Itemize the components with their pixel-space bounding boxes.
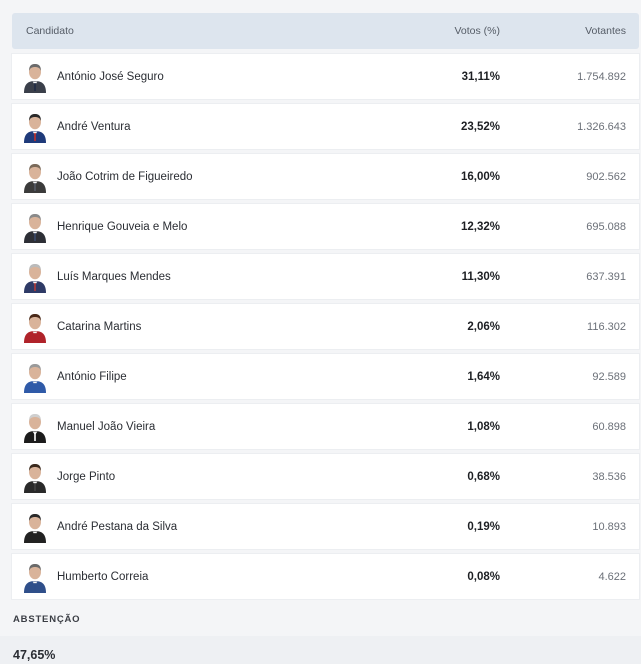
candidate-voters: 10.893 (592, 520, 626, 533)
table-header: Candidato Votos (%) Votantes (12, 13, 639, 49)
candidate-name: João Cotrim de Figueiredo (57, 170, 193, 183)
table-body: António José Seguro 31,11% 1.754.892 André … (12, 54, 639, 599)
candidate-name: Henrique Gouveia e Melo (57, 220, 188, 233)
candidate-photo-avatar-icon (22, 111, 48, 143)
candidate-votes-pct: 31,11% (461, 70, 500, 83)
header-votes-pct[interactable]: Votos (%) (410, 25, 536, 37)
table-row[interactable]: Jorge Pinto 0,68% 38.536 (12, 454, 639, 499)
candidate-votes-pct: 0,19% (467, 520, 500, 533)
table-row[interactable]: Henrique Gouveia e Melo 12,32% 695.088 (12, 204, 639, 249)
abstention-bar (0, 636, 641, 664)
candidate-voters: 60.898 (592, 420, 626, 433)
candidate-photo-avatar-icon (22, 461, 48, 493)
table-row[interactable]: André Pestana da Silva 0,19% 10.893 (12, 504, 639, 549)
candidate-votes-pct: 0,08% (467, 570, 500, 583)
candidate-photo-avatar-icon (22, 261, 48, 293)
candidate-name: Jorge Pinto (57, 470, 116, 483)
candidate-name: Luís Marques Mendes (57, 270, 171, 283)
candidate-votes-pct: 0,68% (467, 470, 500, 483)
candidate-name: André Pestana da Silva (57, 520, 178, 533)
candidate-votes-pct: 1,64% (467, 370, 500, 383)
candidate-votes-pct: 11,30% (461, 270, 500, 283)
candidate-photo-avatar-icon (22, 61, 48, 93)
candidate-voters: 902.562 (586, 170, 626, 183)
candidate-name: Humberto Correia (57, 570, 149, 583)
candidate-photo-avatar-icon (22, 511, 48, 543)
candidate-voters: 695.088 (586, 220, 626, 233)
table-row[interactable]: Humberto Correia 0,08% 4.622 (12, 554, 639, 599)
candidate-photo-avatar-icon (22, 161, 48, 193)
table-row[interactable]: André Ventura 23,52% 1.326.643 (12, 104, 639, 149)
header-voters[interactable]: Votantes (536, 25, 639, 37)
candidate-voters: 637.391 (586, 270, 626, 283)
table-row[interactable]: António José Seguro 31,11% 1.754.892 (12, 54, 639, 99)
candidate-name: António José Seguro (57, 70, 164, 83)
candidate-name: António Filipe (57, 370, 127, 383)
candidate-votes-pct: 16,00% (460, 170, 500, 183)
table-row[interactable]: António Filipe 1,64% 92.589 (12, 354, 639, 399)
header-candidate: Candidato (26, 25, 74, 37)
candidate-voters: 1.754.892 (577, 70, 626, 83)
candidate-votes-pct: 2,06% (467, 320, 500, 333)
candidate-votes-pct: 23,52% (460, 120, 500, 133)
candidate-voters: 92.589 (592, 370, 626, 383)
table-row[interactable]: Manuel João Vieira 1,08% 60.898 (12, 404, 639, 449)
table-row[interactable]: Luís Marques Mendes 11,30% 637.391 (12, 254, 639, 299)
results-table: Candidato Votos (%) Votantes António Jos… (12, 13, 639, 599)
table-row[interactable]: Catarina Martins 2,06% 116.302 (12, 304, 639, 349)
candidate-votes-pct: 1,08% (467, 420, 500, 433)
candidate-voters: 1.326.643 (577, 120, 626, 133)
candidate-voters: 38.536 (592, 470, 626, 483)
candidate-name: André Ventura (57, 120, 131, 133)
abstention-value: 47,65% (13, 648, 56, 662)
candidate-name: Manuel João Vieira (57, 420, 156, 433)
candidate-photo-avatar-icon (22, 411, 48, 443)
table-row[interactable]: João Cotrim de Figueiredo 16,00% 902.562 (12, 154, 639, 199)
candidate-photo-avatar-icon (22, 311, 48, 343)
candidate-photo-avatar-icon (22, 561, 48, 593)
candidate-photo-avatar-icon (22, 211, 48, 243)
candidate-name: Catarina Martins (57, 320, 142, 333)
candidate-photo-avatar-icon (22, 361, 48, 393)
abstention-label: ABSTENÇÃO (13, 614, 81, 625)
candidate-voters: 4.622 (598, 570, 626, 583)
candidate-voters: 116.302 (587, 320, 626, 333)
candidate-votes-pct: 12,32% (460, 220, 500, 233)
